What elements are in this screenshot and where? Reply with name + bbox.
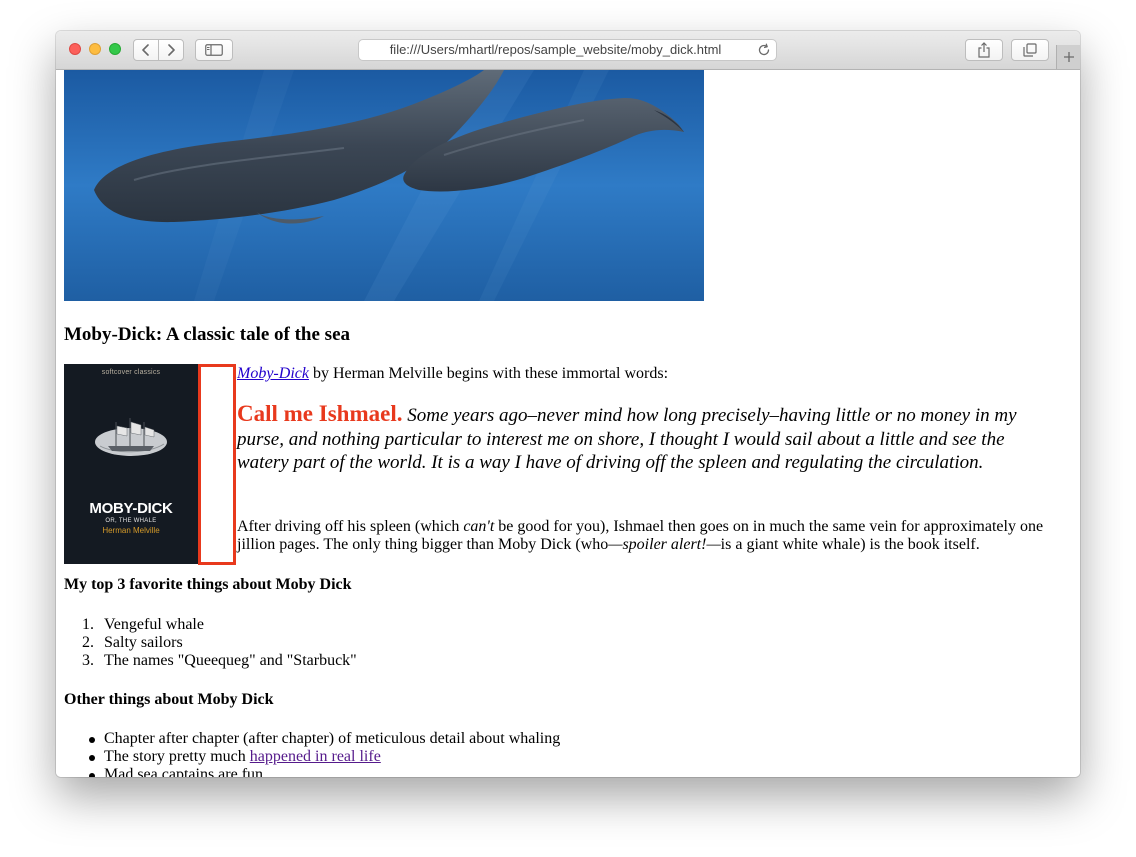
other-list: Chapter after chapter (after chapter) of… (64, 730, 560, 777)
sidebar-icon (205, 44, 223, 56)
list-item: 3. The names "Queequeg" and "Starbuck" (64, 652, 357, 670)
intro-line: Moby-Dick by Herman Melville begins with… (237, 364, 668, 383)
plus-icon (1063, 52, 1074, 62)
cant-emphasis: can't (463, 518, 495, 535)
list-item: The story pretty much happened in real l… (64, 748, 560, 766)
back-button[interactable] (133, 39, 159, 61)
cover-author: Herman Melville (102, 526, 160, 535)
forward-button[interactable] (158, 39, 184, 61)
chevron-right-icon (168, 44, 175, 56)
list-item-text: Salty sailors (104, 634, 183, 651)
list-item-text: Vengeful whale (104, 616, 204, 633)
bullet-icon (89, 773, 95, 777)
bullet-icon (89, 755, 95, 761)
list-item-text: Mad sea captains are fun (104, 766, 264, 777)
list-item-text: The story pretty much (104, 748, 250, 765)
new-tab-button[interactable] (1056, 45, 1080, 69)
tabs-overview-icon (1023, 43, 1037, 57)
url-text: file:///Users/mhartl/repos/sample_websit… (389, 42, 722, 57)
chevron-left-icon (142, 44, 149, 56)
zoom-window-button[interactable] (109, 43, 121, 55)
sperm-whale-image (64, 70, 704, 301)
cover-series: softcover classics (101, 369, 161, 376)
cover-title: MOBY-DICK (89, 500, 173, 517)
real-life-link[interactable]: happened in real life (250, 748, 381, 765)
book-cover-image: softcover classics MOBY-DICK OR, THE WHA… (64, 364, 198, 564)
opening-quote: Call me Ishmael. Some years ago–never mi… (237, 402, 1037, 475)
close-window-button[interactable] (69, 43, 81, 55)
list-item: Mad sea captains are fun (64, 766, 560, 777)
whale-photo (64, 70, 704, 301)
favorites-list: 1. Vengeful whale 2. Salty sailors 3. The n… (64, 616, 357, 670)
reload-icon[interactable] (757, 43, 771, 57)
list-item: 2. Salty sailors (64, 634, 357, 652)
list-item: Chapter after chapter (after chapter) of… (64, 730, 560, 748)
sidebar-button[interactable] (195, 39, 233, 61)
summary-paragraph: After driving off his spleen (which can'… (237, 518, 1052, 554)
highlight-box (198, 364, 236, 565)
minimize-window-button[interactable] (89, 43, 101, 55)
list-number: 2. (82, 634, 94, 651)
browser-window: file:///Users/mhartl/repos/sample_websit… (56, 31, 1080, 777)
toolbar: file:///Users/mhartl/repos/sample_websit… (56, 31, 1080, 70)
bullet-icon (89, 737, 95, 743)
other-heading: Other things about Moby Dick (64, 691, 274, 708)
list-item: 1. Vengeful whale (64, 616, 357, 634)
paragraph-text: is a giant white whale) is the book itse… (720, 536, 980, 553)
list-item-text: Chapter after chapter (after chapter) of… (104, 730, 561, 747)
share-icon (978, 42, 990, 58)
list-number: 1. (82, 616, 94, 633)
intro-text: by Herman Melville begins with these imm… (308, 365, 669, 382)
list-item-text: The names "Queequeg" and "Starbuck" (104, 652, 357, 669)
favorites-heading: My top 3 favorite things about Moby Dick (64, 576, 352, 593)
spoiler-alert: —spoiler alert!— (608, 536, 721, 553)
moby-dick-link[interactable]: Moby-Dick (237, 365, 309, 382)
tab-overview-button[interactable] (1011, 39, 1049, 61)
ship-in-whale-icon (95, 418, 167, 456)
list-number: 3. (82, 652, 94, 669)
call-me-ishmael: Call me Ishmael. (237, 401, 403, 426)
cover-subtitle: OR, THE WHALE (105, 518, 157, 524)
page-viewport[interactable]: Moby-Dick: A classic tale of the sea sof… (56, 70, 1080, 777)
address-bar[interactable]: file:///Users/mhartl/repos/sample_websit… (358, 39, 777, 61)
share-button[interactable] (965, 39, 1003, 61)
paragraph-text: After driving off his spleen (which (237, 518, 464, 535)
page-heading: Moby-Dick: A classic tale of the sea (64, 324, 351, 345)
